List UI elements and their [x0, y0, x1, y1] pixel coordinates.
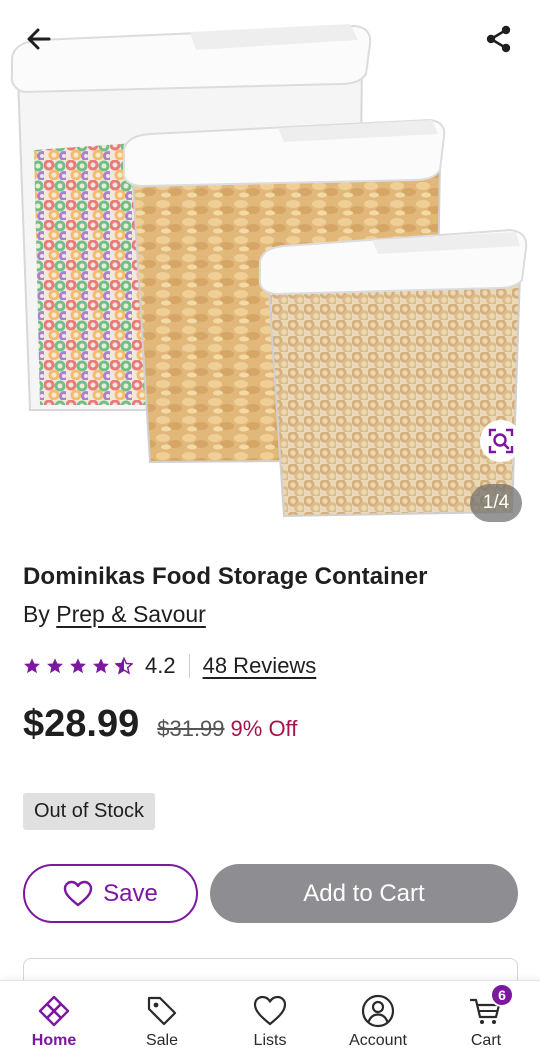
zoom-button[interactable] — [480, 420, 522, 462]
image-pager: 1/4 — [470, 484, 522, 522]
nav-home-label: Home — [31, 1032, 77, 1049]
product-image — [10, 24, 528, 518]
brand-link[interactable]: Prep & Savour — [56, 601, 206, 627]
nav-cart-label: Cart — [470, 1032, 502, 1049]
rating-divider — [188, 654, 190, 678]
price-row: $28.99 $31.99 9% Off — [23, 703, 297, 746]
star-full-icon — [93, 658, 109, 674]
nav-sale[interactable]: Sale — [108, 981, 216, 1060]
byline-prefix: By — [23, 601, 57, 627]
discount-label: 9% Off — [230, 716, 298, 741]
stock-status-badge: Out of Stock — [23, 793, 156, 830]
account-icon — [361, 994, 395, 1028]
nav-account-label: Account — [349, 1032, 407, 1049]
star-full-icon — [47, 658, 63, 674]
heart-icon — [253, 995, 287, 1026]
share-button[interactable] — [477, 17, 521, 61]
current-price: $28.99 — [23, 703, 140, 745]
cart-count-badge: 6 — [490, 983, 514, 1007]
nav-home[interactable]: Home — [0, 981, 108, 1060]
brand-byline: By Prep & Savour — [23, 601, 206, 628]
nav-lists-label: Lists — [253, 1032, 287, 1049]
star-full-icon — [70, 658, 86, 674]
share-icon — [486, 25, 511, 53]
heart-outline-icon — [63, 880, 93, 906]
nav-cart[interactable]: Cart 6 — [432, 981, 540, 1060]
save-label: Save — [103, 879, 158, 907]
zoom-icon — [488, 428, 514, 454]
save-button[interactable]: Save — [23, 864, 198, 923]
nav-lists[interactable]: Lists — [216, 981, 324, 1060]
tag-icon — [147, 996, 177, 1026]
reviews-link[interactable]: 48 Reviews — [203, 653, 317, 679]
rating-value: 4.2 — [145, 653, 176, 678]
original-price: $31.99 — [157, 716, 225, 741]
arrow-left-icon — [27, 28, 51, 50]
rating-row: 4.2 48 Reviews — [23, 651, 316, 681]
bottom-navigation: Home Sale Lists Account Cart 6 — [0, 980, 540, 1060]
star-full-icon — [24, 658, 40, 674]
star-rating — [23, 657, 133, 675]
home-icon — [38, 995, 70, 1027]
product-title: Dominikas Food Storage Container — [23, 563, 428, 590]
nav-account[interactable]: Account — [324, 981, 432, 1060]
star-half-icon — [115, 657, 133, 675]
add-to-cart-button[interactable]: Add to Cart — [210, 864, 518, 923]
nav-sale-label: Sale — [145, 1032, 179, 1049]
product-image-carousel[interactable]: 1/4 — [0, 0, 540, 540]
back-button[interactable] — [17, 17, 61, 61]
